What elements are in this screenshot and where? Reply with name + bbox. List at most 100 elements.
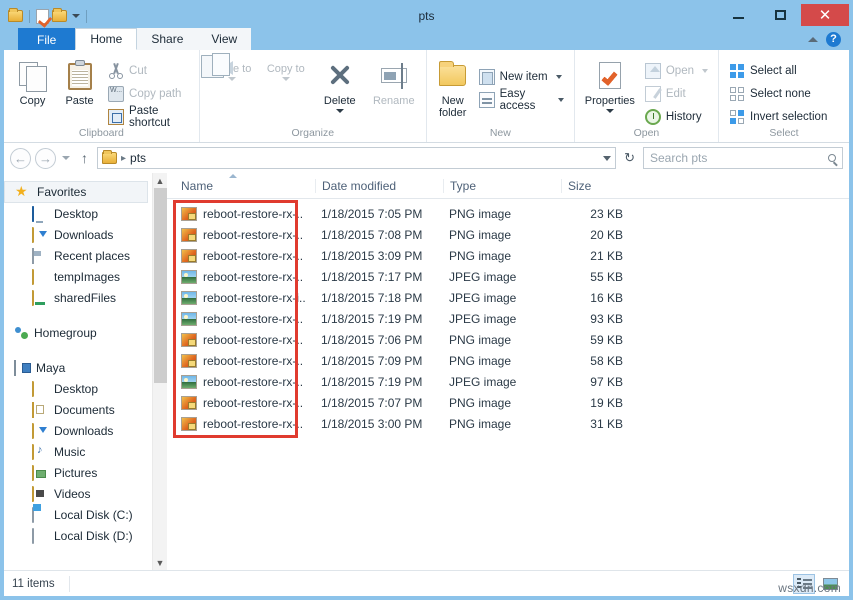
breadcrumb[interactable]: ▸ pts (97, 147, 616, 169)
scroll-down-button[interactable]: ▼ (153, 555, 168, 570)
sidebar-item-maya[interactable]: Maya (4, 357, 152, 378)
sidebar-item-maya-desktop[interactable]: Desktop (4, 378, 152, 399)
tab-home[interactable]: Home (75, 28, 137, 50)
collapse-ribbon-icon[interactable] (808, 37, 818, 42)
file-name-cell[interactable]: reboot-restore-rx-.. (175, 354, 315, 368)
file-type-cell: PNG image (443, 354, 561, 368)
tab-file[interactable]: File (18, 28, 75, 50)
sidebar-item-label: Local Disk (C:) (54, 508, 133, 522)
sidebar-item-local-disk-c[interactable]: Local Disk (C:) (4, 504, 152, 525)
tab-share[interactable]: Share (137, 28, 197, 50)
copy-path-button[interactable]: Copy path (104, 83, 193, 104)
rename-button[interactable]: Rename (368, 56, 420, 107)
navigation-scrollbar[interactable]: ▲ ▼ (152, 173, 167, 570)
sidebar-item-downloads[interactable]: Downloads (4, 224, 152, 245)
maximize-button[interactable] (759, 4, 801, 26)
file-type-cell: PNG image (443, 396, 561, 410)
table-row[interactable]: reboot-restore-rx-i.. 1/18/2015 7:18 PM … (167, 287, 849, 308)
table-row[interactable]: reboot-restore-rx-.. 1/18/2015 7:19 PM J… (167, 371, 849, 392)
group-label-organize: Organize (206, 127, 420, 142)
easy-access-button[interactable]: Easy access (475, 89, 568, 110)
column-header-name[interactable]: Name (175, 179, 315, 193)
column-header-type[interactable]: Type (443, 179, 561, 193)
paste-shortcut-button[interactable]: Paste shortcut (104, 106, 193, 127)
new-item-icon (479, 69, 495, 85)
sidebar-item-desktop[interactable]: Desktop (4, 203, 152, 224)
file-name-cell[interactable]: reboot-restore-rx-.. (175, 333, 315, 347)
table-row[interactable]: reboot-restore-rx-.. 1/18/2015 3:00 PM P… (167, 413, 849, 434)
paste-button[interactable]: Paste (57, 56, 102, 107)
ribbon-tabs: File Home Share View ? (4, 28, 849, 50)
refresh-button[interactable]: ↻ (620, 150, 639, 166)
properties-icon[interactable] (36, 9, 49, 24)
table-row[interactable]: reboot-restore-rx-.. 1/18/2015 7:07 PM P… (167, 392, 849, 413)
help-icon[interactable]: ? (826, 32, 841, 47)
file-name-cell[interactable]: reboot-restore-rx-i.. (175, 291, 315, 305)
file-name-cell[interactable]: reboot-restore-rx-.. (175, 228, 315, 242)
scroll-up-button[interactable]: ▲ (153, 173, 168, 188)
spacer (4, 308, 152, 322)
table-row[interactable]: reboot-restore-rx-.. 1/18/2015 3:09 PM P… (167, 245, 849, 266)
invert-selection-button[interactable]: Invert selection (725, 106, 831, 127)
tab-view[interactable]: View (197, 28, 251, 50)
sidebar-item-homegroup[interactable]: Homegroup (4, 322, 152, 343)
new-folder-icon[interactable] (52, 10, 67, 22)
select-all-button[interactable]: Select all (725, 60, 831, 81)
file-name-cell[interactable]: reboot-restore-rx-.. (175, 396, 315, 410)
sidebar-item-sharedfiles[interactable]: sharedFiles (4, 287, 152, 308)
recent-locations-icon[interactable] (62, 156, 70, 160)
copy-icon (17, 60, 49, 92)
downloads-icon (32, 228, 48, 242)
file-name-cell[interactable]: reboot-restore-rx-.. (175, 207, 315, 221)
new-item-button[interactable]: New item (475, 66, 568, 87)
folder-icon[interactable] (8, 10, 23, 22)
sidebar-item-recent-places[interactable]: Recent places (4, 245, 152, 266)
edit-button[interactable]: Edit (641, 83, 712, 104)
sidebar-item-favorites[interactable]: ★ Favorites (4, 181, 148, 203)
scrollbar-thumb[interactable] (154, 188, 167, 383)
file-name-cell[interactable]: reboot-restore-rx-.. (175, 417, 315, 431)
table-row[interactable]: reboot-restore-rx-.. 1/18/2015 7:09 PM P… (167, 350, 849, 371)
sidebar-item-pictures[interactable]: Pictures (4, 462, 152, 483)
column-header-size[interactable]: Size (561, 179, 641, 193)
breadcrumb-path[interactable]: pts (130, 151, 146, 165)
forward-button[interactable]: → (35, 148, 56, 169)
file-type-cell: JPEG image (443, 291, 561, 305)
scrollbar-track[interactable] (153, 188, 168, 555)
sidebar-item-music[interactable]: Music (4, 441, 152, 462)
up-button[interactable]: ↑ (76, 150, 93, 166)
open-button[interactable]: Open (641, 60, 712, 81)
select-none-button[interactable]: Select none (725, 83, 831, 104)
sidebar-item-tempimages[interactable]: tempImages (4, 266, 152, 287)
column-header-date-modified[interactable]: Date modified (315, 179, 443, 193)
copy-to-button[interactable]: Copy to (260, 56, 312, 81)
sidebar-item-documents[interactable]: Documents (4, 399, 152, 420)
chevron-down-icon[interactable] (603, 156, 611, 161)
item-count: 11 items (12, 578, 55, 590)
file-name-cell[interactable]: reboot-restore-rx-.. (175, 312, 315, 326)
table-row[interactable]: reboot-restore-rx-.. 1/18/2015 7:17 PM J… (167, 266, 849, 287)
new-folder-button[interactable]: New folder (433, 56, 473, 119)
table-row[interactable]: reboot-restore-rx-.. 1/18/2015 7:19 PM J… (167, 308, 849, 329)
sidebar-item-maya-downloads[interactable]: Downloads (4, 420, 152, 441)
copy-button[interactable]: Copy (10, 56, 55, 107)
chevron-down-icon[interactable] (72, 14, 80, 18)
search-input[interactable]: Search pts (643, 147, 843, 169)
table-row[interactable]: reboot-restore-rx-.. 1/18/2015 7:08 PM P… (167, 224, 849, 245)
file-name-cell[interactable]: reboot-restore-rx-.. (175, 270, 315, 284)
sidebar-item-local-disk-d[interactable]: Local Disk (D:) (4, 525, 152, 546)
properties-button[interactable]: Properties (581, 56, 639, 113)
group-label-open: Open (581, 127, 712, 142)
minimize-button[interactable] (717, 4, 759, 26)
sidebar-item-videos[interactable]: Videos (4, 483, 152, 504)
quick-access-toolbar (4, 9, 90, 24)
file-name-cell[interactable]: reboot-restore-rx-.. (175, 249, 315, 263)
close-button[interactable]: ✕ (801, 4, 849, 26)
delete-button[interactable]: Delete (314, 56, 366, 113)
table-row[interactable]: reboot-restore-rx-.. 1/18/2015 7:05 PM P… (167, 203, 849, 224)
history-button[interactable]: History (641, 106, 712, 127)
file-name-cell[interactable]: reboot-restore-rx-.. (175, 375, 315, 389)
table-row[interactable]: reboot-restore-rx-.. 1/18/2015 7:06 PM P… (167, 329, 849, 350)
back-button[interactable]: ← (10, 148, 31, 169)
cut-button[interactable]: Cut (104, 60, 193, 81)
